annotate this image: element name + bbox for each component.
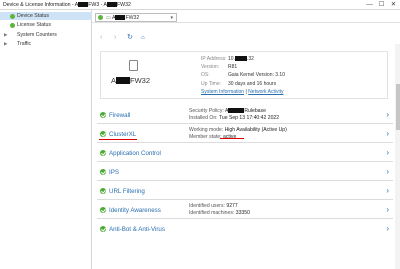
device-selector-value: A FW32 bbox=[112, 14, 140, 21]
status-ok-icon bbox=[100, 226, 106, 232]
device-name: A FW32 bbox=[111, 76, 151, 85]
chevron-down-icon: ▾ bbox=[170, 14, 173, 21]
redacted-block bbox=[228, 108, 245, 113]
expand-arrow-icon[interactable]: ▶ bbox=[4, 40, 7, 48]
redacted-block bbox=[115, 14, 126, 20]
blade-row-anti-bot-anti-virus[interactable]: Anti-Bot & Anti-Virus › bbox=[97, 220, 393, 236]
redacted-block bbox=[234, 56, 247, 61]
chevron-right-icon[interactable]: › bbox=[386, 148, 389, 158]
server-icon: ▭ bbox=[106, 15, 111, 21]
status-ok-icon bbox=[100, 131, 106, 137]
status-ok-icon bbox=[10, 13, 15, 19]
network-activity-link[interactable]: Network Activity bbox=[248, 89, 283, 95]
navigation-bar: ‹ › ↻ ⌂ bbox=[92, 32, 400, 44]
redacted-block bbox=[107, 2, 117, 7]
home-icon[interactable]: ⌂ bbox=[141, 32, 145, 44]
status-ok-icon bbox=[10, 22, 15, 28]
chevron-right-icon[interactable]: › bbox=[386, 167, 389, 177]
refresh-icon[interactable]: ↻ bbox=[127, 32, 133, 44]
chevron-right-icon[interactable]: › bbox=[386, 205, 389, 215]
device-summary-card: A FW32 IP Address: 10. .32 Version: R81 OS: G… bbox=[100, 51, 388, 99]
back-arrow-icon[interactable]: ‹ bbox=[100, 32, 102, 44]
chevron-right-icon[interactable]: › bbox=[386, 224, 389, 234]
expand-arrow-icon[interactable]: ▶ bbox=[4, 31, 7, 39]
title-bar: Device & License Information - A FW3 - AF… bbox=[0, 0, 400, 10]
forward-arrow-icon[interactable]: › bbox=[114, 32, 116, 44]
chevron-right-icon[interactable]: › bbox=[386, 129, 389, 139]
main-panel: ▭ A FW32 ▾ ‹ › ↻ ⌂ A FW32 IP Address: 10. .3… bbox=[92, 10, 400, 269]
maximize-button[interactable]: ☐ bbox=[376, 0, 387, 10]
sidebar-item-device-status[interactable]: Device Status bbox=[0, 12, 92, 20]
blade-row-application-control[interactable]: Application Control › bbox=[97, 144, 393, 162]
gateway-device-icon bbox=[129, 60, 138, 71]
status-ok-icon bbox=[100, 150, 106, 156]
blade-row-url-filtering[interactable]: URL Filtering › bbox=[97, 182, 393, 200]
status-ok-icon bbox=[98, 15, 103, 20]
device-selector-dropdown[interactable]: ▭ A FW32 ▾ bbox=[95, 12, 177, 22]
status-ok-icon bbox=[100, 112, 106, 118]
chevron-right-icon[interactable]: › bbox=[386, 186, 389, 196]
sidebar-item-license-status[interactable]: License Status bbox=[0, 21, 92, 29]
vertical-scrollbar[interactable] bbox=[395, 44, 400, 269]
red-annotation-underline bbox=[220, 138, 244, 139]
redacted-block bbox=[78, 2, 89, 7]
system-information-link[interactable]: System Information bbox=[201, 89, 244, 95]
sidebar: Device Status License Status ▶ System Co… bbox=[0, 10, 92, 269]
blade-row-ips[interactable]: IPS › bbox=[97, 163, 393, 181]
redacted-block bbox=[116, 77, 131, 84]
minimize-button[interactable]: — bbox=[364, 0, 375, 10]
blade-row-firewall[interactable]: Firewall Security Policy: A Rulebase Inst… bbox=[97, 106, 393, 124]
window-title: Device & License Information - A FW3 - AF… bbox=[3, 2, 131, 8]
status-ok-icon bbox=[100, 188, 106, 194]
chevron-right-icon[interactable]: › bbox=[386, 110, 389, 120]
sidebar-item-traffic[interactable]: ▶ Traffic bbox=[0, 40, 92, 48]
blade-row-identity-awareness[interactable]: Identity Awareness Identified users: 927… bbox=[97, 201, 393, 219]
blade-row-clusterxl[interactable]: ClusterXL Working mode: High Availabilit… bbox=[97, 125, 393, 143]
device-info: IP Address: 10. .32 Version: R81 OS: Gaia Ke… bbox=[201, 56, 285, 95]
status-ok-icon bbox=[100, 169, 106, 175]
status-ok-icon bbox=[100, 207, 106, 213]
device-toolbar: ▭ A FW32 ▾ bbox=[92, 10, 400, 23]
scrollbar-thumb[interactable] bbox=[395, 84, 400, 130]
sidebar-item-system-counters[interactable]: ▶ System Counters bbox=[0, 31, 92, 39]
red-annotation-underline bbox=[99, 139, 137, 140]
close-button[interactable]: ✕ bbox=[388, 0, 399, 10]
